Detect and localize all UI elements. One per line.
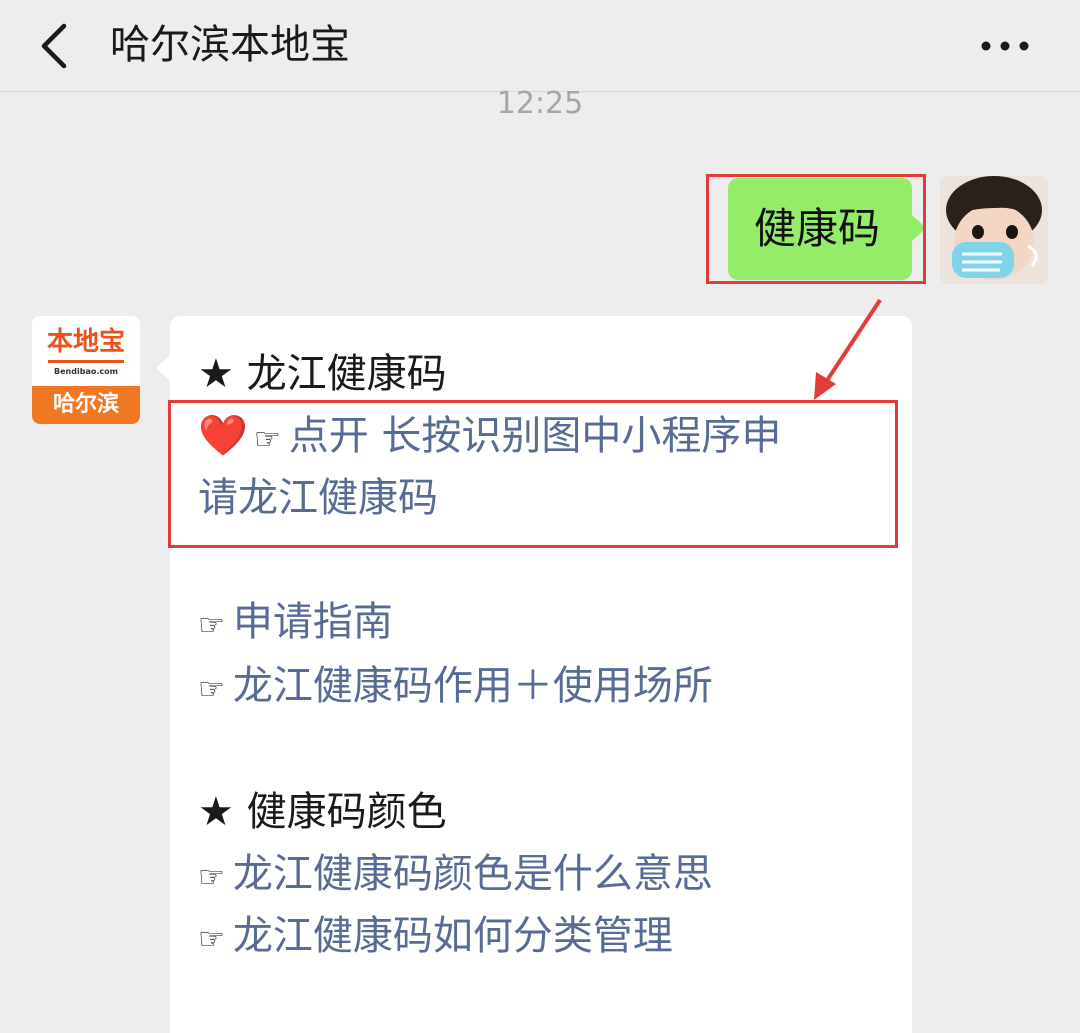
list-item[interactable]: ☞ 龙江健康码颜色是什么意思 (198, 848, 713, 904)
back-button[interactable] (30, 16, 80, 76)
user-avatar-image (940, 176, 1048, 284)
usage-link[interactable]: 龙江健康码作用＋使用场所 (233, 663, 713, 709)
chat-screen: 哈尔滨本地宝 12:25 健康码 本地宝 Bendibao.com 哈尔滨 ★ … (0, 0, 1080, 1033)
pointing-hand-icon: ☞ (198, 860, 225, 895)
annotation-arrow-icon (814, 298, 882, 400)
logo-city: 哈尔滨 (32, 386, 140, 424)
more-options-button[interactable] (976, 24, 1036, 68)
guide-link[interactable]: 申请指南 (233, 599, 393, 645)
chat-title: 哈尔滨本地宝 (110, 22, 350, 68)
account-avatar[interactable]: 本地宝 Bendibao.com 哈尔滨 (32, 316, 140, 424)
classification-link[interactable]: 龙江健康码如何分类管理 (233, 913, 673, 959)
more-dots-icon (981, 41, 1029, 51)
section-title-health-code: ★ 龙江健康码 (198, 351, 447, 397)
pointing-hand-icon: ☞ (198, 608, 225, 643)
section-title-code-color: ★ 健康码颜色 (198, 789, 447, 835)
top-bar: 哈尔滨本地宝 (0, 0, 1080, 92)
pointing-hand-icon: ☞ (198, 922, 225, 957)
list-item[interactable]: ☞ 申请指南 (198, 596, 393, 652)
message-timestamp: 12:25 (496, 86, 584, 121)
logo-text: 本地宝 (46, 327, 125, 357)
pointing-hand-icon: ☞ (198, 672, 225, 707)
annotation-highlight-box (706, 174, 926, 284)
chevron-left-icon (41, 23, 67, 69)
annotation-highlight-box (168, 400, 898, 548)
color-meaning-link[interactable]: 龙江健康码颜色是什么意思 (233, 851, 713, 897)
list-item[interactable]: ☞ 龙江健康码作用＋使用场所 (198, 660, 713, 716)
logo-url: Bendibao.com (54, 367, 118, 376)
user-avatar[interactable] (940, 176, 1048, 284)
logo-underline (48, 360, 124, 363)
list-item[interactable]: ☞ 龙江健康码如何分类管理 (198, 910, 673, 966)
